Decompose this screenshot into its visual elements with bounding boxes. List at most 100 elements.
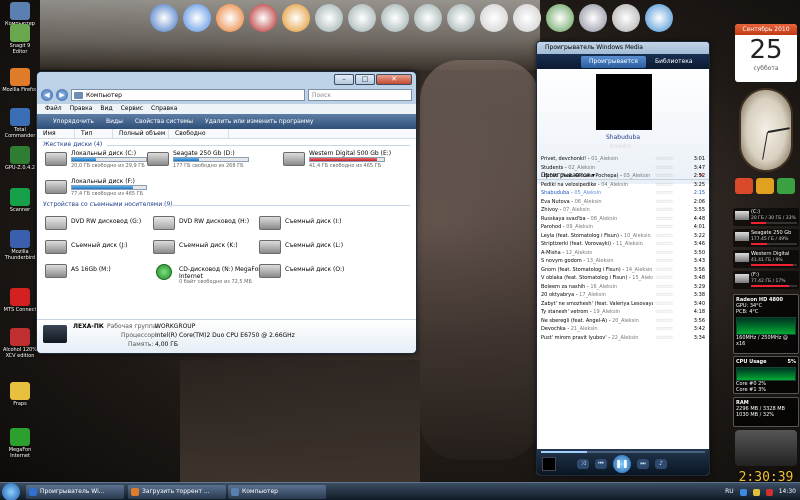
- gpu-monitor-gadget[interactable]: Radeon HD 4800 GPU: 34°C PCB: 4°C 160MHz…: [733, 294, 799, 354]
- removable-drive[interactable]: Съемный диск (L:): [259, 237, 364, 261]
- hdd-icon-3[interactable]: [381, 4, 409, 32]
- pause-button[interactable]: ❚❚: [613, 455, 631, 473]
- taskbar-button[interactable]: Загрузить торрент ...: [128, 485, 226, 499]
- tab-now-playing[interactable]: Проигрывается: [581, 56, 646, 68]
- sidebar-drive-gadget[interactable]: (F:) 77.42 ГБ / 17%: [733, 271, 799, 289]
- playlist-row[interactable]: Ty stanesh' vetrom - 19_Aleksin ☆☆☆☆☆ 4:18: [537, 308, 709, 317]
- network-icon[interactable]: [739, 488, 747, 496]
- toolbar-item[interactable]: Упорядочить: [53, 114, 94, 129]
- language-indicator[interactable]: RU: [725, 483, 734, 500]
- track-rating-stars[interactable]: ☆☆☆☆☆: [655, 155, 673, 164]
- media-player-window[interactable]: Проигрыватель Windows Media Проигрываетс…: [536, 41, 710, 476]
- calendar-gadget[interactable]: Сентябрь 2010 25 суббота: [735, 24, 797, 82]
- playlist-row[interactable]: Parohod - 09_Aleksin ☆☆☆☆☆ 4:01: [537, 223, 709, 232]
- desktop-icon[interactable]: Snagit 9 Editor: [2, 24, 38, 55]
- speaker-icon[interactable]: [752, 488, 760, 496]
- toolbar-item[interactable]: Удалить или изменить программу: [205, 114, 313, 129]
- analog-clock-gadget[interactable]: [739, 88, 793, 172]
- logoff-icon[interactable]: [777, 178, 795, 194]
- track-rating-stars[interactable]: ☆☆☆☆☆: [655, 164, 673, 173]
- removable-drive[interactable]: DVD RW дисковод (H:): [153, 213, 258, 237]
- track-rating-stars[interactable]: ☆☆☆☆☆: [655, 172, 673, 181]
- track-rating-stars[interactable]: ☆☆☆☆☆: [655, 266, 673, 275]
- monitor-icon[interactable]: [546, 4, 574, 32]
- close-button[interactable]: ✕: [376, 74, 412, 85]
- playlist-row[interactable]: Leyla (feat. Stomatolog i Fisun) - 10_Al…: [537, 232, 709, 241]
- track-rating-stars[interactable]: ☆☆☆☆☆: [655, 198, 673, 207]
- rating-stars[interactable]: ☆☆☆☆☆: [609, 143, 632, 150]
- track-rating-stars[interactable]: ☆☆☆☆☆: [655, 257, 673, 266]
- track-rating-stars[interactable]: ☆☆☆☆☆: [655, 325, 673, 334]
- removable-drive[interactable]: CD-дисковод (N:) MegaFon Internet 0 байт …: [153, 261, 269, 285]
- playlist-row[interactable]: Students - 02_Aleksin ☆☆☆☆☆ 3:47: [537, 164, 709, 173]
- taskbar-button[interactable]: Проигрыватель Wi...: [26, 485, 124, 499]
- dvd-icon-2[interactable]: [513, 4, 541, 32]
- desktop-icon[interactable]: Fraps: [2, 382, 38, 407]
- menu-item[interactable]: Сервис: [121, 104, 143, 114]
- next-button[interactable]: ⏭: [637, 459, 649, 469]
- menu-item[interactable]: Вид: [100, 104, 112, 114]
- hdd-icon-5[interactable]: [447, 4, 475, 32]
- tab-library[interactable]: Библиотека: [647, 56, 701, 68]
- track-rating-stars[interactable]: ☆☆☆☆☆: [655, 232, 673, 241]
- removable-drive[interactable]: AS 16Gb (M:): [45, 261, 150, 285]
- antivirus-icon[interactable]: [765, 488, 773, 496]
- playlist-row[interactable]: Eva Nutova - 06_Aleksin ☆☆☆☆☆ 2:06: [537, 198, 709, 207]
- toolbar-item[interactable]: Виды: [106, 114, 123, 129]
- playlist-row[interactable]: Lifchiki (feat. Oksana Pochepa) - 03_Ale…: [537, 172, 709, 181]
- track-rating-stars[interactable]: ☆☆☆☆☆: [655, 215, 673, 224]
- sidebar-drive-gadget[interactable]: Western Digital 41.41 ГБ / 9%: [733, 250, 799, 268]
- sysmon-gauge-gadget[interactable]: [735, 430, 797, 466]
- track-rating-stars[interactable]: ☆☆☆☆☆: [655, 334, 673, 343]
- playlist-row[interactable]: Privet, devchonki! - 01_Aleksin ☆☆☆☆☆ 3:01: [537, 155, 709, 164]
- back-button[interactable]: ◀: [41, 89, 53, 101]
- playlist-row[interactable]: Pediki na velosipedike - 04_Aleksin ☆☆☆☆☆…: [537, 181, 709, 190]
- minimize-button[interactable]: –: [334, 74, 354, 85]
- network-globe-icon[interactable]: [183, 4, 211, 32]
- track-rating-stars[interactable]: ☆☆☆☆☆: [655, 300, 673, 309]
- track-rating-stars[interactable]: ☆☆☆☆☆: [655, 274, 673, 283]
- track-rating-stars[interactable]: ☆☆☆☆☆: [655, 181, 673, 190]
- tray-clock[interactable]: 14:30: [779, 483, 796, 500]
- sidebar-drive-gadget[interactable]: Seagate 250 Gb 177.45 ГБ / 49%: [733, 229, 799, 247]
- wmp-orb-icon[interactable]: [150, 4, 178, 32]
- toolbar-item[interactable]: Свойства системы: [135, 114, 193, 129]
- group-removable-label[interactable]: Устройства со съемными носителями (9): [43, 201, 173, 208]
- playlist-row[interactable]: S novym godom - 13_Aleksin ☆☆☆☆☆ 3:43: [537, 257, 709, 266]
- track-rating-stars[interactable]: ☆☆☆☆☆: [655, 206, 673, 215]
- calculator-icon[interactable]: [612, 4, 640, 32]
- desktop-icon[interactable]: MegaFon Internet: [2, 428, 38, 459]
- removable-drive[interactable]: DVD RW дисковод (G:): [45, 213, 150, 237]
- shuffle-button[interactable]: ⤨: [577, 459, 589, 469]
- spider-icon[interactable]: [249, 4, 277, 32]
- track-rating-stars[interactable]: ☆☆☆☆☆: [655, 291, 673, 300]
- explorer-window[interactable]: – □ ✕ ◀ ▶ Компьютер Поиск Файл Правка Вид С…: [36, 71, 417, 354]
- track-rating-stars[interactable]: ☆☆☆☆☆: [655, 308, 673, 317]
- recycle-icon[interactable]: [579, 4, 607, 32]
- menu-item[interactable]: Правка: [70, 104, 93, 114]
- column-header-cell[interactable]: Тип: [75, 129, 113, 138]
- hdd-drive[interactable]: Western Digital 500 Gb (E:) 41,4 ГБ свобо…: [283, 149, 391, 173]
- playlist-row[interactable]: V oblaka (feat. Stomatolog i Fisun) - 15…: [537, 274, 709, 283]
- menu-item[interactable]: Файл: [45, 104, 62, 114]
- hdd-drive[interactable]: Seagate 250 Gb (D:) 177 ГБ свободно из 26…: [147, 149, 252, 173]
- hdd-icon-2[interactable]: [348, 4, 376, 32]
- start-button[interactable]: [2, 483, 20, 500]
- sidebar-drive-gadget[interactable]: (C:) 20 ГБ / 30 ГБ / 33%: [733, 208, 799, 226]
- forward-button[interactable]: ▶: [56, 89, 68, 101]
- playlist-row[interactable]: Russkaya svad'ba - 08_Aleksin ☆☆☆☆☆ 4:48: [537, 215, 709, 224]
- search-input[interactable]: Поиск: [308, 89, 412, 101]
- desktop-icon[interactable]: Mozilla Firefox: [2, 68, 38, 93]
- desktop-icon[interactable]: GPU-Z.0.4.2: [2, 146, 38, 171]
- removable-drive[interactable]: Съемный диск (I:): [259, 213, 364, 237]
- menu-item[interactable]: Справка: [151, 104, 177, 114]
- track-rating-stars[interactable]: ☆☆☆☆☆: [655, 283, 673, 292]
- removable-drive[interactable]: Съемный диск (K:): [153, 237, 258, 261]
- desktop-icon[interactable]: Alcohol 120% XCV edition: [2, 328, 38, 359]
- playlist-row[interactable]: Boleem za nashih - 16_Aleksin ☆☆☆☆☆ 3:29: [537, 283, 709, 292]
- track-rating-stars[interactable]: ☆☆☆☆☆: [655, 223, 673, 232]
- playlist-row[interactable]: Devochka - 21_Aleksin ☆☆☆☆☆ 3:42: [537, 325, 709, 334]
- previous-button[interactable]: ⏮: [595, 459, 607, 469]
- group-hdd-label[interactable]: Жесткие диски (4): [43, 141, 102, 148]
- column-header-cell[interactable]: Имя: [37, 129, 75, 138]
